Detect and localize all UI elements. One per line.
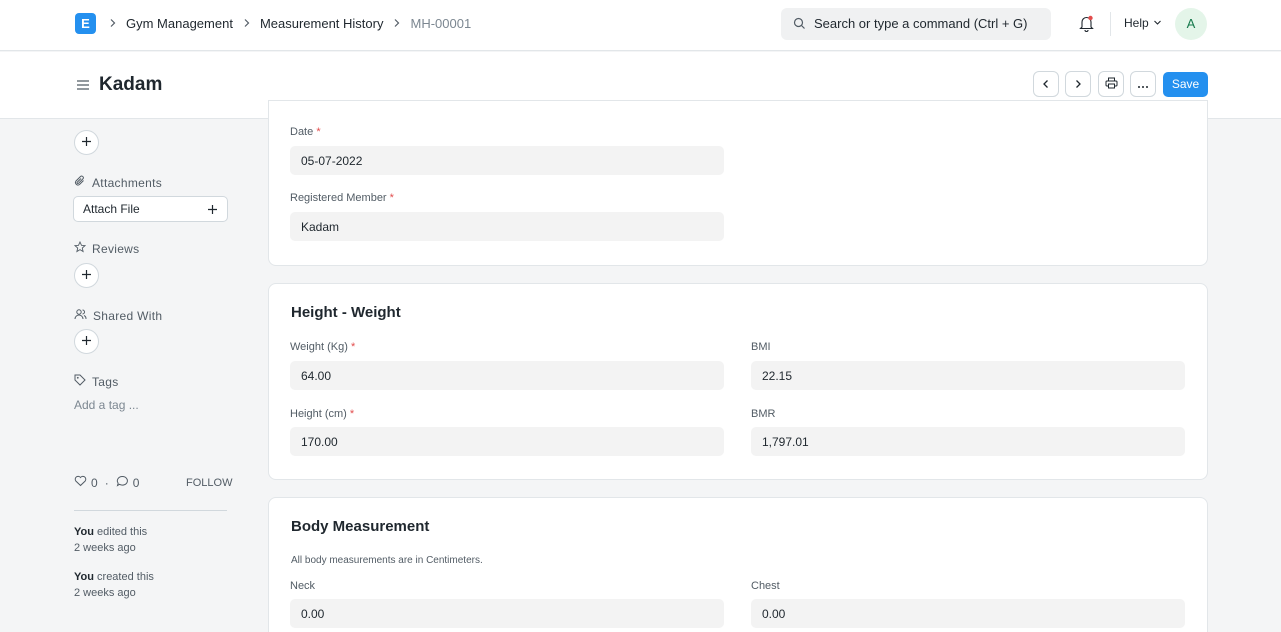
follow-button[interactable]: FOLLOW (186, 477, 232, 489)
navbar: E Gym Management Measurement History MH-… (0, 0, 1281, 51)
next-record-button[interactable] (1065, 71, 1091, 97)
registered-member-field[interactable]: Kadam (290, 212, 724, 241)
app-logo[interactable]: E (75, 13, 96, 34)
activity-item: You edited this 2 weeks ago (74, 524, 147, 556)
bmi-label: BMI (751, 341, 771, 353)
help-label: Help (1124, 16, 1149, 30)
activity-item: You created this 2 weeks ago (74, 569, 154, 601)
share-add-button[interactable] (74, 329, 99, 354)
previous-record-button[interactable] (1033, 71, 1059, 97)
search-input[interactable]: Search or type a command (Ctrl + G) (781, 8, 1051, 40)
tag-icon (74, 374, 86, 389)
separator-dot: · (104, 475, 109, 490)
plus-icon (207, 203, 218, 218)
activity-time: 2 weeks ago (74, 542, 136, 554)
ellipsis-icon (1137, 77, 1149, 92)
attachments-label: Attachments (74, 175, 162, 190)
required-mark: * (350, 341, 356, 353)
height-label-text: Height (cm) (290, 408, 347, 420)
activity-user: You (74, 526, 94, 538)
weight-label: Weight (Kg) * (290, 341, 355, 353)
neck-field[interactable]: 0.00 (290, 599, 724, 628)
comments-count: 0 (132, 475, 140, 490)
attach-file-button[interactable]: Attach File (73, 196, 228, 222)
likes-count: 0 (91, 475, 98, 490)
chevron-down-icon (1153, 16, 1162, 30)
plus-icon (81, 135, 92, 150)
date-label: Date * (290, 126, 321, 138)
activity-user: You (74, 571, 94, 583)
reviews-label-text: Reviews (92, 241, 140, 256)
body-measurement-section: Body Measurement All body measurements a… (268, 497, 1208, 632)
neck-label: Neck (290, 580, 316, 592)
chevron-right-icon (242, 16, 252, 31)
registered-member-label: Registered Member * (290, 192, 394, 204)
chevron-left-icon (1041, 77, 1051, 92)
tags-label-text: Tags (92, 374, 119, 389)
registered-member-label-text: Registered Member (290, 192, 387, 204)
tags-label: Tags (74, 374, 119, 389)
section-title: Body Measurement (291, 518, 430, 535)
page-title: Kadam (99, 74, 163, 95)
chest-label: Chest (751, 580, 780, 592)
activity-action: edited this (97, 526, 148, 538)
date-label-text: Date (290, 126, 314, 138)
chevron-right-icon (392, 16, 402, 31)
help-dropdown[interactable]: Help (1124, 16, 1162, 30)
shared-with-label: Shared With (74, 308, 162, 323)
height-weight-section: Height - Weight Weight (Kg) * 64.00 BMI … (268, 283, 1208, 480)
add-review-button[interactable] (74, 263, 99, 288)
required-mark: * (389, 192, 394, 204)
height-label: Height (cm) * (290, 408, 354, 420)
save-button[interactable]: Save (1163, 72, 1208, 97)
plus-icon (81, 268, 92, 283)
bmr-label: BMR (751, 408, 776, 420)
avatar[interactable]: A (1175, 8, 1207, 40)
star-icon (73, 240, 87, 256)
section-description: All body measurements are in Centimeters… (291, 555, 483, 566)
section-title: Height - Weight (291, 304, 401, 321)
users-icon (74, 308, 87, 323)
breadcrumb-current: MH-00001 (410, 15, 472, 31)
plus-icon (81, 334, 92, 349)
notification-bell-icon[interactable] (1079, 15, 1094, 35)
breadcrumb-measurement-history[interactable]: Measurement History (260, 16, 384, 31)
activity-time: 2 weeks ago (74, 587, 136, 599)
print-button[interactable] (1098, 71, 1124, 97)
printer-icon (1105, 77, 1118, 92)
navbar-divider (1110, 12, 1111, 36)
activity-action: created this (97, 571, 154, 583)
search-icon (793, 17, 806, 33)
weight-field[interactable]: 64.00 (290, 361, 724, 390)
chevron-right-icon (108, 16, 118, 31)
breadcrumb: Gym Management Measurement History MH-00… (108, 15, 471, 31)
breadcrumb-gym-management[interactable]: Gym Management (126, 16, 233, 31)
weight-label-text: Weight (Kg) (290, 341, 348, 353)
chevron-right-icon (1073, 77, 1083, 92)
assign-add-button[interactable] (74, 130, 99, 155)
attach-file-label: Attach File (83, 202, 140, 216)
comment-icon (116, 475, 129, 490)
required-mark: * (349, 408, 355, 420)
bmr-field[interactable]: 1,797.01 (751, 427, 1185, 456)
details-section: Date * 05-07-2022 Registered Member * Ka… (268, 100, 1208, 266)
sidebar-toggle-icon[interactable] (76, 79, 90, 94)
search-placeholder: Search or type a command (Ctrl + G) (814, 16, 1028, 31)
height-field[interactable]: 170.00 (290, 427, 724, 456)
reviews-label: Reviews (73, 240, 140, 256)
bmi-field[interactable]: 22.15 (751, 361, 1185, 390)
required-mark: * (316, 126, 321, 138)
date-field[interactable]: 05-07-2022 (290, 146, 724, 175)
attachments-label-text: Attachments (92, 175, 162, 190)
shared-with-label-text: Shared With (93, 308, 163, 323)
sidebar-divider (74, 510, 227, 511)
add-tag-link[interactable]: Add a tag ... (74, 398, 139, 412)
heart-icon[interactable] (74, 475, 87, 490)
chest-field[interactable]: 0.00 (751, 599, 1185, 628)
likes-comments: 0 · 0 (74, 475, 139, 490)
paperclip-icon (74, 175, 86, 190)
more-actions-button[interactable] (1130, 71, 1156, 97)
